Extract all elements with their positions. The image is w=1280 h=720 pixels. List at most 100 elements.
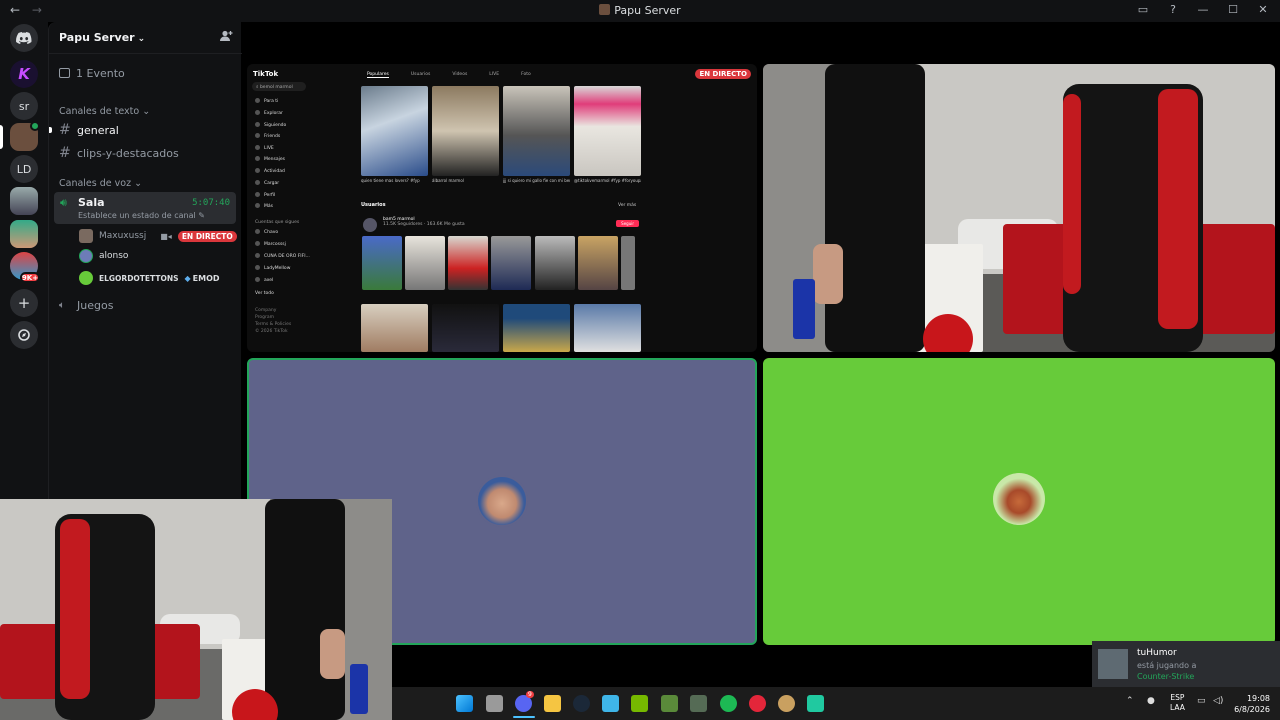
explore-compass-icon[interactable] [10,321,38,349]
minecraft-icon[interactable] [661,695,678,712]
voice-user-alonso[interactable]: alonso [79,247,128,265]
avatar [79,249,93,263]
clock[interactable]: 19:08 6/8/2026 [1234,693,1270,715]
footer-link[interactable]: Company [255,308,276,313]
task-view-icon[interactable] [486,695,503,712]
tiktok-menu-item[interactable]: Perfil [255,192,275,198]
server-papu[interactable] [10,121,40,151]
app-icon[interactable] [778,695,795,712]
video-thumbnail[interactable] [574,86,641,176]
tiktok-menu-item[interactable]: Cargar [255,180,279,186]
tab-populares[interactable]: Populares [367,72,389,78]
video-thumbnail[interactable] [405,236,445,290]
tiktok-menu-item[interactable]: Para ti [255,98,278,104]
tiktok-menu-item[interactable]: Siguiendo [255,122,286,128]
screen-share-tile[interactable]: TikTok ⌕ bemol marmol Para ti Explorar S… [247,64,757,352]
microphone-icon[interactable]: ● [1147,696,1155,706]
participant-tile-elgordo[interactable] [763,358,1275,645]
tab-live[interactable]: LIVE [489,72,499,78]
tiktok-search[interactable]: ⌕ bemol marmol [252,82,306,91]
server-header[interactable]: Papu Server ⌄ [49,22,242,54]
network-icon[interactable]: ▭ [1197,696,1206,706]
following-item[interactable]: axel [255,277,273,283]
following-item[interactable]: Marcosssj [255,241,286,247]
server-sr[interactable]: sr [10,92,38,120]
user-result[interactable]: bam5 marmol 11.5K Seguidores · 163.6K Me … [361,216,641,234]
tiktok-menu-item[interactable]: Mensajes [255,156,285,162]
video-thumbnail[interactable] [503,304,570,352]
following-item[interactable]: LadyMellow [255,265,290,271]
language-indicator[interactable]: ESP LAA [1170,693,1185,713]
window-controls: ▭ ? — ☐ ✕ [1136,3,1270,16]
server-name[interactable]: Papu Server ⌄ [59,31,145,44]
discord-home-icon[interactable] [10,24,38,52]
camera-tile[interactable] [763,64,1275,352]
server-ld[interactable]: LD [10,155,38,183]
spotify-icon[interactable] [720,695,737,712]
volume-icon[interactable]: ◁) [1213,696,1223,706]
video-thumbnail[interactable] [432,304,499,352]
video-thumbnail[interactable] [621,236,635,290]
channel-clips[interactable]: # clips-y-destacados [59,143,234,163]
server-k-icon[interactable]: K [10,60,38,88]
notepad-icon[interactable] [602,695,619,712]
game-icon[interactable] [690,695,707,712]
see-all-link[interactable]: Ver todo [255,291,274,296]
video-thumbnail[interactable] [503,86,570,176]
events-item[interactable]: 1 Evento [59,67,125,80]
voice-channel-sala[interactable]: 🔊︎ Sala 5:07:40 Establece un estado de c… [54,192,236,224]
tiktok-menu-item[interactable]: Más [255,203,273,209]
video-thumbnail[interactable] [432,86,499,176]
tab-usuarios[interactable]: Usuarios [411,72,430,78]
calendar-icon [59,68,70,78]
windows-start-icon[interactable] [456,695,473,712]
voice-app-icon[interactable] [807,695,824,712]
voice-category[interactable]: Canales de voz ⌄ [59,178,142,189]
toast-game: Counter-Strike [1137,672,1195,681]
footer-link[interactable]: Program [255,315,274,320]
tiktok-menu-item[interactable]: Friends [255,133,280,139]
help-icon[interactable]: ? [1166,3,1180,16]
following-item[interactable]: CUNA DE ORO FIFI... [255,253,310,259]
voice-user-maxuxussj[interactable]: Maxuxussj ■◂ EN DIRECTO [79,227,237,245]
tiktok-menu-item[interactable]: LIVE [255,145,274,151]
channel-status-input[interactable]: Establece un estado de canal ✎ [78,211,205,220]
video-thumbnail[interactable] [491,236,531,290]
server-city-icon[interactable] [10,187,38,215]
video-thumbnail[interactable] [361,304,428,352]
video-thumbnail[interactable] [448,236,488,290]
following-item[interactable]: Chavo [255,229,278,235]
invite-people-icon[interactable] [220,30,233,45]
tab-foto[interactable]: Foto [521,72,531,78]
footer-link[interactable]: Terms & Policies [255,322,291,327]
voice-user-elgordo[interactable]: ELGORDOTETTONS ◆ EMOD [79,269,220,287]
tray-chevron-up-icon[interactable]: ⌃ [1126,696,1134,706]
steam-icon[interactable] [573,695,590,712]
nvidia-icon[interactable] [631,695,648,712]
video-thumbnail[interactable] [361,86,428,176]
camera-popout[interactable] [0,499,392,720]
opera-gx-icon[interactable] [749,695,766,712]
inbox-icon[interactable]: ▭ [1136,3,1150,16]
text-category[interactable]: Canales de texto ⌄ [59,106,150,117]
video-thumbnail[interactable] [535,236,575,290]
tiktok-menu-item[interactable]: Explorar [255,110,283,116]
file-explorer-icon[interactable] [544,695,561,712]
activity-notification[interactable]: tuHumor está jugando a Counter-Strike [1092,641,1280,687]
tab-videos[interactable]: Videos [452,72,467,78]
close-button[interactable]: ✕ [1256,3,1270,16]
add-server-plus-icon[interactable]: + [10,289,38,317]
see-more-link[interactable]: Ver más [618,203,636,208]
video-thumbnail[interactable] [362,236,402,290]
maximize-button[interactable]: ☐ [1226,3,1240,16]
voice-channel-juegos[interactable]: 🔈︎ Juegos [59,295,234,315]
server-face-icon[interactable] [10,220,38,248]
follow-button[interactable]: Seguir [616,220,639,227]
voice-channel-name: Sala [78,196,105,209]
tiktok-menu-item[interactable]: Actividad [255,168,285,174]
video-thumbnail[interactable] [578,236,618,290]
minimize-button[interactable]: — [1196,3,1210,16]
video-thumbnail[interactable] [574,304,641,352]
discord-badge: 9 [526,691,534,698]
channel-general[interactable]: # general [59,120,234,140]
